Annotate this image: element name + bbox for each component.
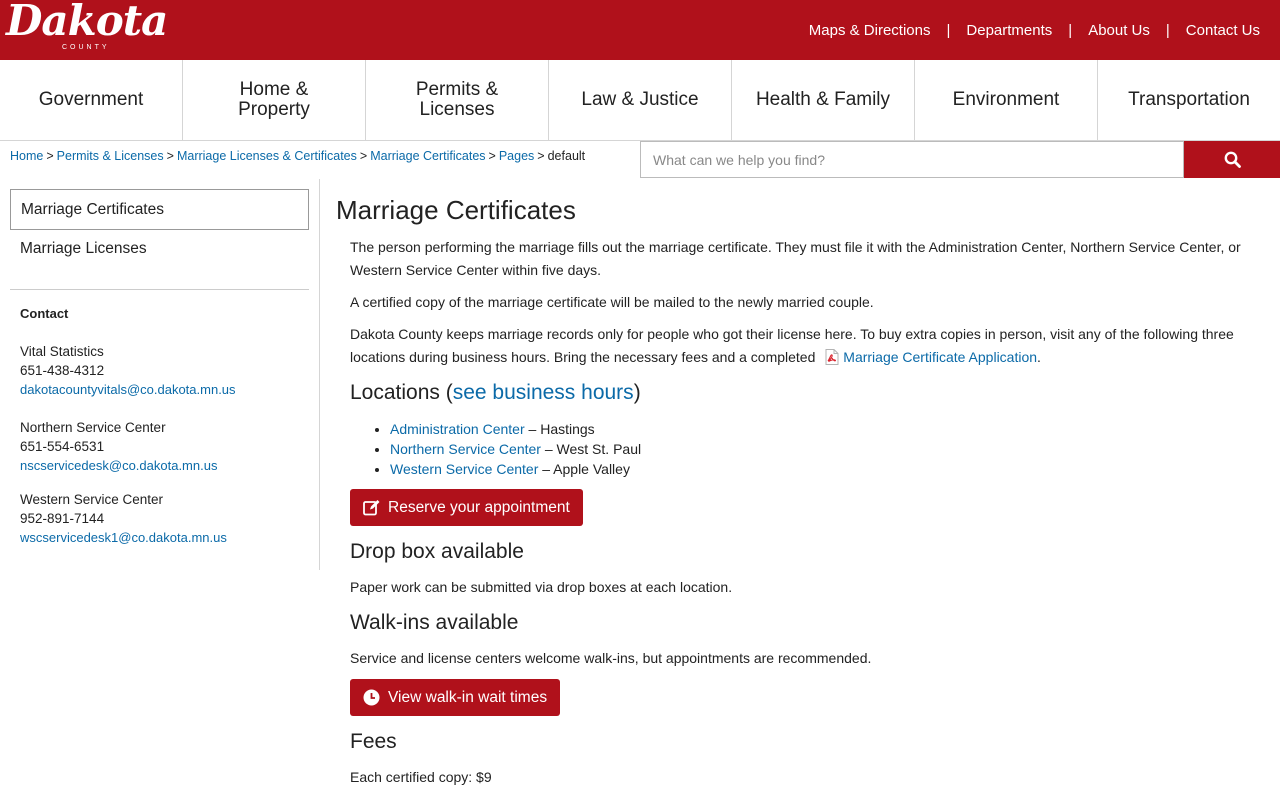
contact-phone: 651-554-6531 [20,439,105,454]
top-bar: Dakota COUNTY Maps & Directions | Depart… [0,0,1280,60]
logo-wordmark: Dakota [6,0,168,45]
breadcrumb-home[interactable]: Home [10,149,43,163]
contact-email-link[interactable]: dakotacountyvitals@co.dakota.mn.us [20,382,236,397]
separator: | [946,21,951,39]
contact-name: Vital Statistics [20,344,104,359]
nav-government[interactable]: Government [0,60,183,140]
breadcrumb: Home > Permits & Licenses > Marriage License… [10,149,585,163]
list-item: Western Service Center – Apple Valley [390,459,1256,479]
contact-email-link[interactable]: nscservicedesk@co.dakota.mn.us [20,458,217,473]
paragraph-copies-text: Dakota County keeps marriage records onl… [350,326,1234,365]
contact-name: Western Service Center [20,492,164,507]
walkin-button-wrap: View walk-in wait times [336,679,1256,716]
breadcrumb-marriage-licenses[interactable]: Marriage Licenses & Certificates [177,149,357,163]
contact-vital-statistics: Vital Statistics 651-438-4312 dakotacoun… [20,342,236,399]
nav-permits-licenses[interactable]: Permits & Licenses [366,60,549,140]
paragraph-filing: The person performing the marriage fills… [350,239,1241,278]
walk-ins-text: Service and license centers welcome walk… [350,650,872,666]
search-icon [1224,151,1241,168]
list-item: Administration Center – Hastings [390,419,1256,439]
view-walkin-wait-times-label: View walk-in wait times [388,688,548,706]
drop-box-heading: Drop box available [350,540,524,563]
northern-service-center-link[interactable]: Northern Service Center [390,441,541,457]
utility-nav: Maps & Directions | Departments | About … [809,0,1260,60]
sidebar-item-marriage-certificates[interactable]: Marriage Certificates [10,189,309,230]
breadcrumb-pages[interactable]: Pages [499,149,534,163]
western-service-center-link[interactable]: Western Service Center [390,461,538,477]
nav-home-property[interactable]: Home & Property [183,60,366,140]
sidebar-divider [10,289,309,290]
logo-subtitle: COUNTY [62,44,110,51]
marriage-certificate-application-link[interactable]: Marriage Certificate Application [843,349,1037,365]
breadcrumb-separator: > [166,149,174,163]
nav-environment[interactable]: Environment [915,60,1098,140]
business-hours-link[interactable]: see business hours [453,381,634,404]
walk-ins-heading: Walk-ins available [350,611,519,634]
location-dash: – [524,421,541,437]
locations-heading-close: ) [633,381,641,404]
breadcrumb-separator: > [537,149,545,163]
nav-home-property-label: Home & Property [238,79,310,120]
search-bar [640,141,1280,178]
location-dash: – [538,461,554,477]
contact-phone: 952-891-7144 [20,511,105,526]
separator: | [1068,21,1073,39]
reserve-appointment-label: Reserve your appointment [388,498,570,516]
nav-transportation[interactable]: Transportation [1098,60,1280,140]
breadcrumb-permits[interactable]: Permits & Licenses [57,149,164,163]
edit-icon [363,500,380,516]
sidebar-item-marriage-licenses[interactable]: Marriage Licenses [20,240,147,258]
locations-heading: Locations (see business hours) [350,381,1256,405]
location-city: West St. Paul [556,441,642,457]
breadcrumb-marriage-certificates[interactable]: Marriage Certificates [370,149,485,163]
nav-law-justice[interactable]: Law & Justice [549,60,732,140]
breadcrumb-separator: > [488,149,496,163]
location-city: Apple Valley [553,461,630,477]
contact-phone: 651-438-4312 [20,363,105,378]
paragraph-mailing: A certified copy of the marriage certifi… [350,294,874,310]
fees-heading: Fees [350,730,397,753]
separator: | [1165,21,1170,39]
dakota-county-logo[interactable]: Dakota COUNTY [4,0,168,58]
breadcrumb-separator: > [46,149,54,163]
sidebar: Marriage Certificates Marriage Licenses … [10,179,320,570]
locations-heading-text: Locations ( [350,381,453,404]
contact-northern-service-center: Northern Service Center 651-554-6531 nsc… [20,418,217,475]
view-walkin-wait-times-button[interactable]: View walk-in wait times [350,679,561,716]
contact-email-link[interactable]: wscservicedesk1@co.dakota.mn.us [20,530,227,545]
contact-name: Northern Service Center [20,420,166,435]
nav-health-family[interactable]: Health & Family [732,60,915,140]
maps-directions-link[interactable]: Maps & Directions [809,22,931,39]
clock-icon [363,689,380,706]
about-us-link[interactable]: About Us [1088,22,1150,39]
main-content: Marriage Certificates The person perform… [336,195,1256,798]
reserve-button-wrap: Reserve your appointment [336,489,1256,526]
reserve-appointment-button[interactable]: Reserve your appointment [350,489,583,526]
paragraph-copies-end: . [1037,349,1041,365]
breadcrumb-current: default [547,149,586,163]
fees-text: Each certified copy: $9 [350,769,492,785]
contact-western-service-center: Western Service Center 952-891-7144 wscs… [20,490,227,547]
administration-center-link[interactable]: Administration Center [390,421,525,437]
paragraph-copies: Dakota County keeps marriage records onl… [350,323,1256,369]
drop-box-text: Paper work can be submitted via drop box… [350,579,733,595]
search-input[interactable] [640,141,1184,178]
locations-list: Administration Center – Hastings Norther… [390,419,1256,479]
location-city: Hastings [540,421,595,437]
list-item: Northern Service Center – West St. Paul [390,439,1256,459]
location-dash: – [540,441,557,457]
departments-link[interactable]: Departments [966,22,1052,39]
breadcrumb-separator: > [359,149,368,163]
contact-heading: Contact [20,306,69,321]
contact-us-link[interactable]: Contact Us [1186,22,1260,39]
page-title: Marriage Certificates [336,195,576,225]
nav-permits-licenses-label: Permits & Licenses [415,79,499,120]
pdf-icon [825,349,839,365]
search-button[interactable] [1184,141,1280,178]
main-nav: Government Home & Property Permits & Lic… [0,60,1280,141]
